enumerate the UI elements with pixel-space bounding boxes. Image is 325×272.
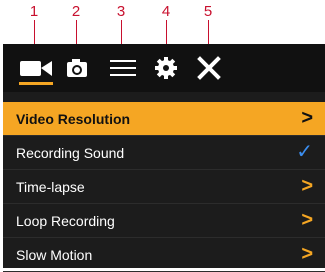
menu-button[interactable] [109,56,137,80]
settings-menu: Video Resolution > Recording Sound ✓ Tim… [3,102,325,272]
chevron-right-icon: > [301,243,313,265]
video-camera-icon [20,61,52,76]
menu-item-loop-recording[interactable]: Loop Recording > [3,204,325,238]
chevron-right-icon: > [301,209,313,231]
close-button[interactable] [197,56,221,80]
callout-2: 2 [71,3,81,20]
chevron-right-icon: > [301,175,313,197]
menu-item-label: Loop Recording [16,212,115,229]
menu-item-label: Time-lapse [16,178,85,195]
photo-camera-icon [67,59,87,77]
menu-item-time-lapse[interactable]: Time-lapse > [3,170,325,204]
chevron-right-icon: > [301,107,313,129]
close-icon [197,56,221,80]
menu-item-recording-sound[interactable]: Recording Sound ✓ [3,136,325,170]
callout-5: 5 [203,3,213,20]
menu-item-label: Video Resolution [16,110,131,127]
checkmark-icon: ✓ [296,141,313,163]
menu-lines-icon [110,60,136,76]
menu-item-label: Recording Sound [16,144,125,161]
menu-item-label: Slow Motion [16,246,93,263]
callout-1: 1 [29,3,39,20]
callout-3: 3 [116,3,126,20]
menu-item-slow-motion[interactable]: Slow Motion > [3,238,325,272]
settings-button[interactable] [154,56,178,80]
photo-mode-button[interactable] [66,56,88,80]
mode-toolbar [3,44,325,92]
callout-4: 4 [161,3,171,20]
video-mode-button[interactable] [19,56,53,85]
camera-screen: Video Resolution > Recording Sound ✓ Tim… [3,44,325,272]
gear-icon [155,57,177,79]
menu-item-video-resolution[interactable]: Video Resolution > [3,102,325,136]
